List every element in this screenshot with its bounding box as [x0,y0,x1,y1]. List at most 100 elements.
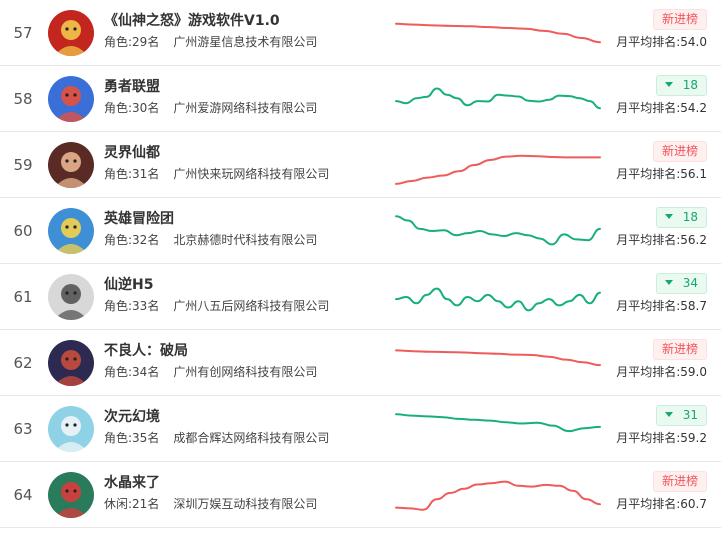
category-rank: 角色:32名 [104,233,160,247]
monthly-average-rank: 月平均排名:54.2 [616,101,707,115]
game-title[interactable]: 仙逆H5 [104,274,153,294]
ranking-list: 57 《仙神之怒》游戏软件V1.0 角色:29名 广州游星信息技术有限公司 新进榜 月平均… [0,0,721,535]
rank-change-badge: 18 [655,207,707,228]
new-entry-badge: 新进榜 [652,471,707,492]
trend-line [395,215,601,246]
company-name[interactable]: 广州有创网络科技有限公司 [173,365,317,379]
company-name[interactable]: 广州快来玩网络科技有限公司 [173,167,329,181]
company-name[interactable]: 成都合辉达网络科技有限公司 [173,431,329,445]
table-row[interactable]: 62 不良人：破局角色:34名 广州有创网络科技有限公司 新进榜月平均排名:59.0 [0,330,721,396]
game-meta: 角色:31名 广州快来玩网络科技有限公司 [104,165,329,182]
game-avatar[interactable] [48,340,94,386]
monthly-average-rank: 月平均排名:59.0 [616,365,707,379]
monthly-average-rank: 月平均排名:56.1 [616,167,707,181]
warrior-face-icon [48,10,94,56]
rank-change-badge: 31 [655,405,707,426]
trend-sparkline [395,480,601,511]
trend-line [395,154,601,185]
trend-sparkline [395,154,601,185]
category-rank: 角色:35名 [104,431,160,445]
table-row[interactable]: 63 次元幻境角色:35名 成都合辉达网络科技有限公司 31 月平均排名:59.2 [0,396,721,462]
game-meta: 角色:35名 成都合辉达网络科技有限公司 [104,429,329,446]
monthly-average-rank: 月平均排名:54.0 [616,35,707,49]
trend-line [395,22,601,44]
game-avatar[interactable] [48,10,94,56]
girl-portrait-icon [48,472,94,518]
game-meta: 角色:33名 广州八五后网络科技有限公司 [104,297,329,314]
game-title[interactable]: 灵界仙都 [104,142,160,162]
monthly-average-rank: 月平均排名:58.7 [616,299,707,313]
table-row[interactable]: 58 勇者联盟角色:30名 广州爱游网络科技有限公司 18 月平均排名:54.2 [0,66,721,132]
trend-line [395,413,601,433]
monthly-average-rank: 月平均排名:59.2 [616,431,707,445]
rank-change-value: 18 [682,210,698,224]
bird-hero-icon [48,76,94,122]
trend-sparkline [395,413,601,433]
game-avatar[interactable] [48,208,94,254]
company-name[interactable]: 广州爱游网络科技有限公司 [173,101,317,115]
rank-number: 57 [13,24,33,42]
trend-line [395,87,601,110]
category-rank: 角色:30名 [104,101,160,115]
company-name[interactable]: 深圳万娱互动科技有限公司 [173,497,317,511]
rank-number: 59 [13,156,33,174]
new-entry-badge: 新进榜 [652,9,707,30]
adventurer-face-icon [48,208,94,254]
category-rank: 角色:33名 [104,299,160,313]
category-rank: 角色:29名 [104,35,160,49]
rank-number: 60 [13,222,33,240]
category-rank: 角色:34名 [104,365,160,379]
rank-number: 61 [13,288,33,306]
trend-sparkline [395,349,601,367]
trend-sparkline [395,215,601,246]
rank-number: 63 [13,420,33,438]
trend-line [395,349,601,367]
table-row[interactable]: 64 水晶来了 休闲:21名 深圳万娱互动科技有限公司 新进榜 月平均排名:60.7 [0,462,721,528]
table-row[interactable]: 57 《仙神之怒》游戏软件V1.0 角色:29名 广州游星信息技术有限公司 新进榜月平均… [0,0,721,66]
game-avatar[interactable] [48,76,94,122]
trend-sparkline [395,22,601,44]
table-row[interactable]: 59 灵界仙都角色:31名 广州快来玩网络科技有限公司 新进榜月平均排名:56.1 [0,132,721,198]
triangle-down-icon [664,82,673,87]
rank-number: 58 [13,90,33,108]
game-avatar[interactable] [48,274,94,320]
company-name[interactable]: 北京赫德时代科技有限公司 [173,233,317,247]
trend-sparkline [395,287,601,312]
triangle-down-icon [664,280,673,285]
game-meta: 角色:30名 广州爱游网络科技有限公司 [104,99,317,116]
trend-sparkline [395,87,601,110]
table-row[interactable]: 61 仙逆H5 角色:33名 广州八五后网络科技有限公司 34 月平均排名:58.7 [0,264,721,330]
triangle-down-icon [664,412,673,417]
game-meta: 休闲:21名 深圳万娱互动科技有限公司 [104,495,317,512]
category-rank: 休闲:21名 [104,497,160,511]
game-meta: 角色:29名 广州游星信息技术有限公司 [104,33,317,50]
rank-change-badge: 34 [655,273,707,294]
rank-change-value: 34 [682,276,698,290]
game-title[interactable]: 不良人：破局 [104,340,188,360]
company-name[interactable]: 广州游星信息技术有限公司 [173,35,317,49]
rank-change-value: 31 [682,408,698,422]
game-title[interactable]: 次元幻境 [104,406,160,426]
game-avatar[interactable] [48,142,94,188]
trend-line [395,480,601,511]
game-avatar[interactable] [48,472,94,518]
ink-immortal-icon [48,274,94,320]
new-entry-badge: 新进榜 [652,141,707,162]
rank-number: 64 [13,486,33,504]
trend-line [395,287,601,312]
swordsman-icon [48,340,94,386]
company-name[interactable]: 广州八五后网络科技有限公司 [173,299,329,313]
game-title[interactable]: 勇者联盟 [104,76,160,96]
game-meta: 角色:32名 北京赫德时代科技有限公司 [104,231,317,248]
game-meta: 角色:34名 广州有创网络科技有限公司 [104,363,317,380]
new-entry-badge: 新进榜 [652,339,707,360]
rank-change-badge: 18 [655,75,707,96]
rank-number: 62 [13,354,33,372]
game-title[interactable]: 水晶来了 [104,472,160,492]
fairy-portrait-icon [48,142,94,188]
game-title[interactable]: 《仙神之怒》游戏软件V1.0 [104,10,280,30]
table-row[interactable]: 60 英雄冒险团 角色:32名 北京赫德时代科技有限公司 18 月平均排名:56.2 [0,198,721,264]
game-avatar[interactable] [48,406,94,452]
game-title[interactable]: 英雄冒险团 [104,208,174,228]
anime-girl-icon [48,406,94,452]
